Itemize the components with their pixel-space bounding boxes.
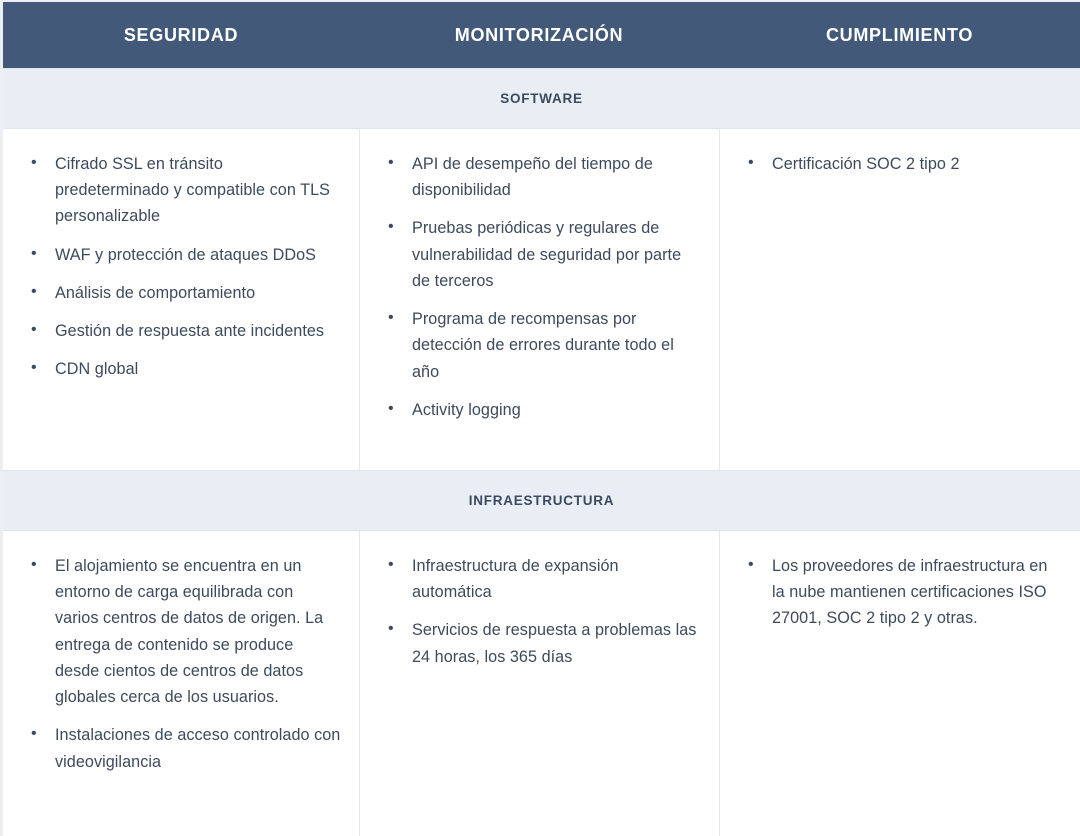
cell-software-cumplimiento: Certificación SOC 2 tipo 2 bbox=[720, 129, 1080, 470]
cell-infraestructura-cumplimiento: Los proveedores de infraestructura en la… bbox=[720, 531, 1080, 836]
comparison-table: SEGURIDAD MONITORIZACIÓN CUMPLIMIENTO SO… bbox=[3, 2, 1080, 836]
bullet-item: Infraestructura de expansión automática bbox=[378, 552, 701, 605]
section-band-software: SOFTWARE bbox=[3, 68, 1080, 129]
bullet-item: WAF y protección de ataques DDoS bbox=[21, 241, 341, 268]
bullet-item: El alojamiento se encuentra en un entorn… bbox=[21, 552, 341, 710]
column-header-seguridad: SEGURIDAD bbox=[3, 2, 359, 68]
cell-infraestructura-monitorizacion: Infraestructura de expansión automática S… bbox=[360, 531, 720, 836]
section-row-software: Cifrado SSL en tránsito predeterminado y… bbox=[3, 129, 1080, 470]
bullet-list: Infraestructura de expansión automática S… bbox=[378, 552, 701, 670]
section-band-label: INFRAESTRUCTURA bbox=[468, 493, 615, 508]
bullet-item: Servicios de respuesta a problemas las 2… bbox=[378, 616, 701, 669]
column-header-cumplimiento: CUMPLIMIENTO bbox=[719, 2, 1080, 68]
bullet-list: Los proveedores de infraestructura en la… bbox=[738, 552, 1062, 632]
section-row-infraestructura: El alojamiento se encuentra en un entorn… bbox=[3, 531, 1080, 836]
bullet-item: Programa de recompensas por detección de… bbox=[378, 305, 701, 385]
column-header-label: SEGURIDAD bbox=[123, 24, 239, 45]
bullet-item: CDN global bbox=[21, 355, 341, 382]
bullet-item: Certificación SOC 2 tipo 2 bbox=[738, 150, 1062, 177]
bullet-item: Pruebas periódicas y regulares de vulner… bbox=[378, 214, 701, 294]
bullet-list: Certificación SOC 2 tipo 2 bbox=[738, 150, 1062, 177]
column-header-monitorizacion: MONITORIZACIÓN bbox=[359, 2, 719, 68]
table-header-row: SEGURIDAD MONITORIZACIÓN CUMPLIMIENTO bbox=[3, 2, 1080, 68]
bullet-item: API de desempeño del tiempo de disponibi… bbox=[378, 150, 701, 203]
bullet-list: API de desempeño del tiempo de disponibi… bbox=[378, 150, 701, 423]
bullet-item: Cifrado SSL en tránsito predeterminado y… bbox=[21, 150, 341, 230]
column-header-label: CUMPLIMIENTO bbox=[825, 24, 974, 45]
section-band-label: SOFTWARE bbox=[500, 91, 583, 106]
bullet-item: Activity logging bbox=[378, 396, 701, 423]
bullet-item: Los proveedores de infraestructura en la… bbox=[738, 552, 1062, 632]
column-header-label: MONITORIZACIÓN bbox=[454, 24, 624, 45]
bullet-item: Gestión de respuesta ante incidentes bbox=[21, 317, 341, 344]
cell-software-seguridad: Cifrado SSL en tránsito predeterminado y… bbox=[3, 129, 360, 470]
cell-software-monitorizacion: API de desempeño del tiempo de disponibi… bbox=[360, 129, 720, 470]
cell-infraestructura-seguridad: El alojamiento se encuentra en un entorn… bbox=[3, 531, 360, 836]
section-band-infraestructura: INFRAESTRUCTURA bbox=[3, 470, 1080, 531]
bullet-list: Cifrado SSL en tránsito predeterminado y… bbox=[21, 150, 341, 383]
bullet-item: Análisis de comportamiento bbox=[21, 279, 341, 306]
bullet-list: El alojamiento se encuentra en un entorn… bbox=[21, 552, 341, 775]
bullet-item: Instalaciones de acceso controlado con v… bbox=[21, 721, 341, 774]
